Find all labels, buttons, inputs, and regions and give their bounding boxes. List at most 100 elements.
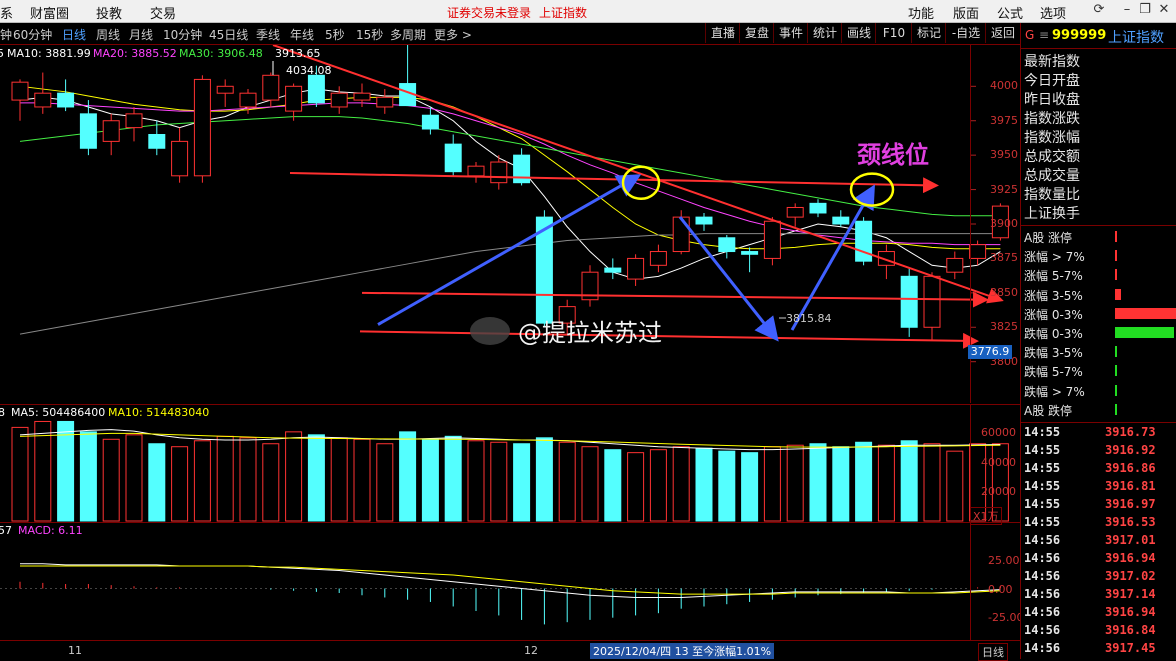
toolbar-live[interactable]: 直播 (705, 23, 740, 43)
quote-panel: G ≡ 999999 上证指数 最新指数 今日开盘 昨日收盘 指数涨跌 指数涨幅 总成交额… (1020, 23, 1176, 659)
menu-item-layout[interactable]: 版面 (953, 3, 979, 22)
close-icon[interactable]: ✕ (1155, 2, 1173, 20)
date-info-bar: 2025/12/04/四 13 至今涨幅1.01% (590, 643, 775, 659)
macd-axis: 25.00 0.00 -25.00 (970, 522, 1023, 641)
period-15sec[interactable]: 15秒 (356, 26, 383, 43)
volume-bar (239, 437, 257, 522)
menu-item-options[interactable]: 选项 (1040, 3, 1066, 22)
tab-daily[interactable]: 日线 (978, 643, 1008, 661)
candle-body (353, 92, 371, 101)
toolbar-replay[interactable]: 复盘 (739, 23, 774, 43)
candle-body (57, 92, 75, 108)
price-axis-tick: 3975 (990, 113, 1018, 127)
candle-body (171, 140, 189, 177)
ma10-label: MA10: 3881.99 (7, 47, 91, 60)
period-10min[interactable]: 10分钟 (163, 26, 202, 43)
high-price-label: 4034.08 (286, 64, 332, 77)
vol-ma10-label: MA10: 514483040 (108, 406, 210, 419)
candle-body (855, 220, 873, 262)
period-5sec[interactable]: 5秒 (325, 26, 345, 43)
tick-time: 14:56 (1024, 641, 1061, 655)
menu-item-formula[interactable]: 公式 (997, 3, 1023, 22)
breadth-label: A股 涨停 (1024, 231, 1073, 245)
price-axis-tick: 3875 (990, 251, 1018, 265)
refresh-icon[interactable]: ⟳ (1090, 2, 1108, 20)
menu-icon[interactable]: ≡ (1039, 28, 1049, 42)
volume-bar (353, 438, 371, 522)
restore-icon[interactable]: ❐ (1136, 2, 1154, 20)
candle-body (786, 206, 804, 218)
login-notice[interactable]: 证券交易未登录 (447, 4, 531, 21)
candle-body (193, 78, 211, 177)
breadth-label: 跌幅 0-3% (1024, 327, 1083, 341)
tick-price: 3916.84 (1105, 623, 1156, 637)
period-quarterly[interactable]: 季线 (256, 26, 280, 43)
volume-bar (262, 443, 280, 522)
volume-bar (102, 438, 120, 522)
minimize-icon[interactable]: – (1118, 2, 1136, 20)
menu-item-system[interactable]: 系 (0, 3, 13, 22)
candle-body (285, 85, 303, 112)
volume-axis-tick: 20000 (981, 485, 1016, 499)
index-field-label: 今日开盘 (1024, 73, 1080, 89)
volume-axis-tick: 60000 (981, 425, 1016, 439)
toolbar-mark[interactable]: 标记 (911, 23, 946, 43)
blue-arrow-up-1 (377, 174, 642, 326)
menu-item-trade[interactable]: 交易 (150, 3, 176, 22)
neckline-annotation: 颈线位 (857, 141, 929, 169)
period-weekly[interactable]: 周线 (96, 26, 120, 43)
tick-price: 3917.14 (1105, 587, 1156, 601)
candle-body (376, 96, 394, 108)
period-minute[interactable]: 钟 (0, 26, 12, 43)
toolbar-stats[interactable]: 统计 (807, 23, 842, 43)
tick-price: 3916.73 (1105, 425, 1156, 439)
period-monthly[interactable]: 月线 (129, 26, 153, 43)
toolbar-back[interactable]: 返回 (985, 23, 1020, 43)
chart-area[interactable]: 5 MA10: 3881.99 MA20: 3885.52 MA30: 3906… (0, 45, 1023, 661)
tick-price: 3916.97 (1105, 497, 1156, 511)
volume-bar (718, 450, 736, 522)
toolbar-events[interactable]: 事件 (773, 23, 808, 43)
breadth-label: 跌幅 3-5% (1024, 346, 1083, 361)
candle-body (718, 237, 736, 253)
vol-ma5-label: MA5: 504486400 (11, 406, 106, 419)
volume-bar (672, 446, 690, 522)
toolbar-watchlist[interactable]: -自选 (945, 23, 986, 43)
breadth-label: 跌幅 5-7% (1024, 365, 1083, 380)
period-multi[interactable]: 多周期 (390, 26, 426, 43)
breadth-label: 涨幅 5-7% (1024, 269, 1083, 284)
volume-bar (490, 441, 508, 522)
breadth-bar (1115, 307, 1176, 319)
menu-bar: 系 财富圈 投教 交易 证券交易未登录 上证指数 功能 版面 公式 选项 ⟳ –… (0, 0, 1176, 23)
period-60min[interactable]: 60分钟 (13, 26, 52, 43)
volume-bar (604, 449, 622, 522)
index-field-label: 总成交量 (1024, 168, 1080, 184)
period-yearly[interactable]: 年线 (290, 26, 314, 43)
index-field-label: 最新指数 (1024, 54, 1080, 70)
tick-time: 14:55 (1024, 461, 1061, 475)
volume-bar (627, 452, 645, 522)
volume-bar (741, 452, 759, 522)
index-fields: 最新指数 今日开盘 昨日收盘 指数涨跌 指数涨幅 总成交额 总成交量 指数量比 上证换手 (1021, 51, 1176, 231)
menu-item-education[interactable]: 投教 (96, 3, 122, 22)
volume-bar (216, 435, 234, 522)
candle-body (741, 251, 759, 255)
period-daily[interactable]: 日线 (62, 26, 86, 43)
volume-bar (581, 446, 599, 522)
menu-item-function[interactable]: 功能 (908, 3, 934, 22)
price-axis-tick: 4000 (990, 79, 1018, 93)
stock-code: 999999 (1052, 28, 1107, 43)
toolbar-draw[interactable]: 画线 (841, 23, 876, 43)
period-more[interactable]: 更多 > (434, 26, 472, 43)
volume-bar (376, 443, 394, 522)
tick-time: 14:55 (1024, 443, 1061, 457)
candle-body (649, 251, 667, 266)
breadth-bar (1115, 365, 1117, 377)
tick-time: 14:55 (1024, 479, 1061, 493)
period-45day[interactable]: 45日线 (209, 26, 248, 43)
menu-item-wealth-circle[interactable]: 财富圈 (30, 3, 69, 22)
tick-list[interactable]: 14:55 3916.73 14:55 3916.92 14:55 3916.86 14:5… (1021, 422, 1176, 660)
volume-bar (649, 449, 667, 522)
toolbar-f10[interactable]: F10 (875, 23, 912, 43)
breadth-label: 涨幅 > 7% (1024, 250, 1085, 265)
